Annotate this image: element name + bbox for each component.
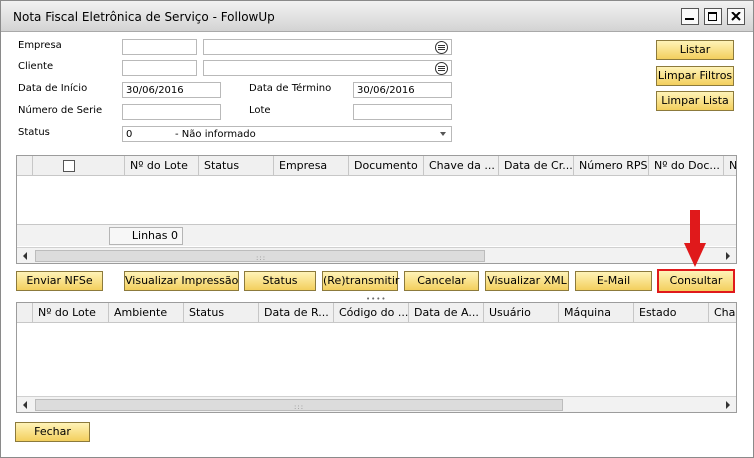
linhas-count: Linhas 0 (109, 227, 183, 245)
scroll-left-button[interactable] (17, 248, 34, 263)
grid-summary-row: Linhas 0 (17, 224, 736, 246)
status-text: - Não informado (175, 129, 256, 140)
empresa-label: Empresa (18, 40, 62, 51)
scroll-right-button[interactable] (719, 397, 736, 412)
historico-grid-scrollbar[interactable]: ::: (17, 396, 736, 412)
col-header[interactable]: Usuário (484, 303, 559, 323)
close-button[interactable] (727, 8, 745, 25)
col-header[interactable]: Número RPS (574, 156, 649, 176)
empresa-code-field[interactable] (122, 39, 197, 55)
visualizar-impressao-button[interactable]: Visualizar Impressão (124, 271, 239, 291)
col-header[interactable]: Cha (709, 303, 736, 323)
select-all-checkbox[interactable] (63, 160, 75, 172)
status-select[interactable]: 0 - Não informado (122, 126, 452, 142)
enviar-nfse-button[interactable]: Enviar NFSe (16, 271, 103, 291)
col-header[interactable]: Nº do Lote (33, 303, 109, 323)
cliente-code-field[interactable] (122, 60, 197, 76)
col-header[interactable]: Nº do Lote (125, 156, 199, 176)
followup-window: Nota Fiscal Eletrônica de Serviço - Foll… (0, 0, 754, 458)
consultar-button[interactable]: Consultar (657, 269, 735, 293)
maximize-button[interactable] (704, 8, 722, 25)
historico-grid-header: Nº do Lote Ambiente Status Data de R... … (17, 303, 736, 323)
col-header[interactable]: Código do ... (334, 303, 409, 323)
col-header[interactable]: Máquina (559, 303, 634, 323)
col-header[interactable]: Status (199, 156, 274, 176)
numero-serie-field[interactable] (122, 104, 221, 120)
lote-field[interactable] (353, 104, 452, 120)
visualizar-xml-button[interactable]: Visualizar XML (485, 271, 569, 291)
col-header[interactable]: Estado (634, 303, 709, 323)
scroll-thumb[interactable]: ::: (35, 250, 485, 262)
cliente-name-field[interactable] (203, 60, 452, 76)
limpar-lista-button[interactable]: Limpar Lista (656, 91, 734, 111)
lote-label: Lote (249, 105, 271, 116)
lotes-grid-header: Nº do Lote Status Empresa Documento Chav… (17, 156, 736, 176)
limpar-filtros-button[interactable]: Limpar Filtros (656, 66, 734, 86)
scroll-left-button[interactable] (17, 397, 34, 412)
lotes-grid-scrollbar[interactable]: ::: (17, 247, 736, 263)
data-inicio-field[interactable]: 30/06/2016 (122, 82, 221, 98)
scroll-right-button[interactable] (719, 248, 736, 263)
cancelar-button[interactable]: Cancelar (404, 271, 479, 291)
col-header[interactable]: Documento (349, 156, 424, 176)
col-header[interactable]: Status (184, 303, 259, 323)
col-header[interactable]: Empresa (274, 156, 349, 176)
data-inicio-label: Data de Início (18, 83, 88, 94)
down-arrow-annotation-icon (684, 210, 706, 267)
data-termino-field[interactable]: 30/06/2016 (353, 82, 452, 98)
email-button[interactable]: E-Mail (575, 271, 652, 291)
scroll-thumb[interactable]: ::: (35, 399, 563, 411)
col-header[interactable]: Data de Cr... (499, 156, 574, 176)
row-header-cell (17, 156, 33, 176)
status-label: Status (18, 127, 50, 138)
col-header[interactable]: Ambiente (109, 303, 184, 323)
row-header-cell (17, 303, 33, 323)
status-code: 0 (126, 129, 133, 140)
select-all-cell[interactable] (33, 156, 125, 176)
scroll-left-icon (23, 401, 27, 409)
numero-serie-label: Número de Serie (18, 105, 103, 116)
empresa-name-field[interactable] (203, 39, 452, 55)
lookup-icon[interactable] (435, 41, 448, 54)
listar-button[interactable]: Listar (656, 40, 734, 60)
maximize-icon (708, 12, 717, 21)
lookup-icon[interactable] (435, 62, 448, 75)
scroll-right-icon (726, 401, 730, 409)
minimize-button[interactable] (681, 8, 699, 25)
minimize-icon (685, 18, 694, 20)
col-header[interactable]: Nº d (724, 156, 736, 176)
dropdown-arrow-icon (440, 132, 446, 136)
window-title: Nota Fiscal Eletrônica de Serviço - Foll… (13, 10, 275, 24)
historico-grid[interactable]: Nº do Lote Ambiente Status Data de R... … (16, 302, 737, 413)
title-bar[interactable]: Nota Fiscal Eletrônica de Serviço - Foll… (1, 1, 753, 32)
retransmitir-button[interactable]: (Re)transmitir (322, 271, 399, 291)
close-icon (731, 12, 741, 21)
fechar-button[interactable]: Fechar (15, 422, 90, 442)
scroll-right-icon (726, 252, 730, 260)
data-termino-label: Data de Término (249, 83, 332, 94)
col-header[interactable]: Data de A... (409, 303, 484, 323)
col-header[interactable]: Data de R... (259, 303, 334, 323)
col-header[interactable]: Chave da ... (424, 156, 499, 176)
status-button[interactable]: Status (244, 271, 316, 291)
cliente-label: Cliente (18, 61, 54, 72)
lotes-grid[interactable]: Nº do Lote Status Empresa Documento Chav… (16, 155, 737, 264)
col-header[interactable]: Nº do Doc... (649, 156, 724, 176)
scroll-left-icon (23, 252, 27, 260)
